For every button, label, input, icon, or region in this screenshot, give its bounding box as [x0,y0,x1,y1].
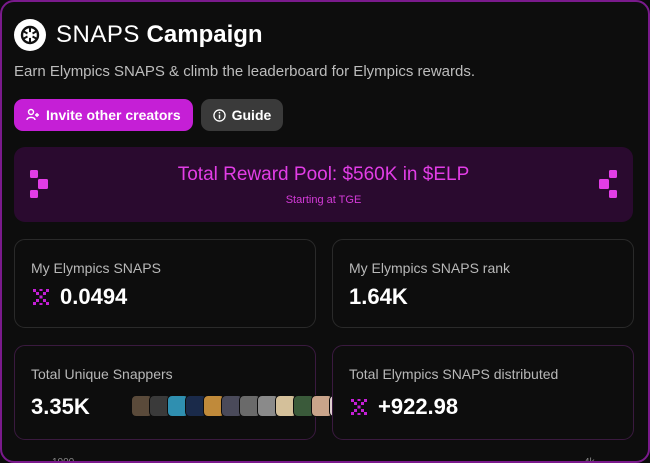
action-buttons: Invite other creators Guide [14,99,284,131]
chart-axis-tick: 4k [584,457,595,463]
snaps-distributed-value: +922.98 [349,394,458,420]
guide-button[interactable]: Guide [200,99,284,131]
unique-snappers-card: Total Unique Snappers 3.35K [14,345,351,440]
title-rest: Campaign [146,21,263,48]
my-rank-value: 1.64K [349,284,408,309]
my-snaps-label: My Elympics SNAPS [31,260,161,276]
snapper-avatars [131,395,351,417]
snaps-campaign-panel: SNAPS Campaign Earn Elympics SNAPS & cli… [0,0,650,463]
guide-button-label: Guide [231,107,272,123]
reward-pool-banner: Total Reward Pool: $560K in $ELP Startin… [14,147,633,222]
chart-axis-tick: 1000 [52,457,75,463]
add-user-icon [26,108,39,121]
snaps-distributed-card: Total Elympics SNAPS distributed +922.98 [332,345,634,440]
my-snaps-card: My Elympics SNAPS 0.0494 [14,239,316,328]
snaps-token-icon [33,289,49,305]
invite-creators-button[interactable]: Invite other creators [14,99,193,131]
header: SNAPS Campaign [14,19,263,51]
my-rank-label: My Elympics SNAPS rank [349,260,511,276]
my-snaps-number: 0.0494 [60,284,128,309]
my-snaps-value: 0.0494 [31,284,127,310]
my-rank-card: My Elympics SNAPS rank 1.64K [332,239,634,328]
info-icon [212,108,226,122]
reward-pool-subtitle: Starting at TGE [285,194,362,206]
invite-button-label: Invite other creators [46,107,181,123]
snaps-distributed-label: Total Elympics SNAPS distributed [349,366,559,382]
unique-snappers-label: Total Unique Snappers [31,366,173,382]
unique-snappers-value: 3.35K [31,394,90,419]
snaps-token-icon [351,399,367,415]
title-brand: SNAPS [56,21,140,48]
page-title: SNAPS Campaign [56,21,263,49]
pool-decoration-icon [599,170,617,198]
reward-pool-title: Total Reward Pool: $560K in $ELP [177,164,470,185]
snaps-logo-icon [14,19,46,51]
snaps-distributed-number: +922.98 [378,394,459,419]
page-subtitle: Earn Elympics SNAPS & climb the leaderbo… [14,63,476,80]
